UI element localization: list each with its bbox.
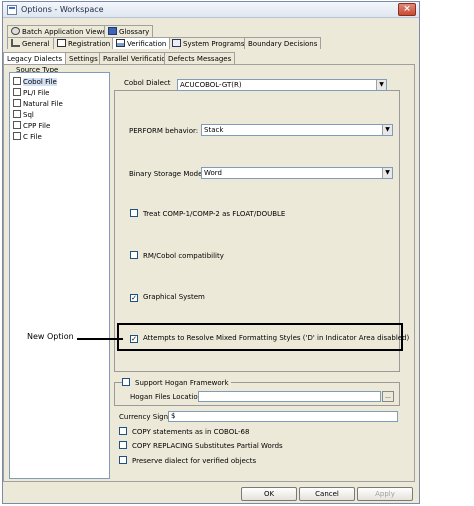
file-icon: [13, 132, 21, 140]
preserve-dialect-checkbox[interactable]: Preserve dialect for verified objects: [119, 456, 256, 466]
app-window-icon: [7, 5, 17, 15]
cobol-dialect-label: Cobol Dialect: [123, 79, 172, 87]
general-icon: [11, 39, 20, 47]
checkbox-box[interactable]: [119, 456, 127, 464]
perform-behavior-label: PERFORM behavior:: [129, 127, 199, 135]
window-title: Options - Workspace: [21, 5, 104, 14]
support-hogan-checkbox[interactable]: Support Hogan Framework: [122, 378, 231, 388]
apply-button[interactable]: Apply: [357, 487, 413, 501]
source-type-list[interactable]: Cobol File PL/I File Natural File Sql CP…: [9, 72, 110, 479]
registration-icon: [57, 39, 66, 47]
cobol-dialect-select[interactable]: ACUCOBOL-GT(R) ▼: [177, 79, 387, 91]
subtab-settings[interactable]: Settings: [65, 52, 102, 64]
checkbox-box[interactable]: [122, 378, 130, 386]
list-item-natural-file[interactable]: Natural File: [13, 99, 63, 109]
checkbox-box[interactable]: [130, 251, 138, 259]
annotation-leader-line: [77, 338, 123, 340]
currency-sign-input[interactable]: $: [168, 411, 398, 422]
subtab-legacy-dialects[interactable]: Legacy Dialects: [3, 52, 67, 64]
treat-comp-float-checkbox[interactable]: Treat COMP-1/COMP-2 as FLOAT/DOUBLE: [130, 209, 285, 219]
file-icon: [13, 88, 21, 96]
verification-subtabs: Legacy Dialects Settings Parallel Verifi…: [3, 52, 415, 64]
rm-cobol-compat-checkbox[interactable]: RM/Cobol compatibility: [130, 251, 224, 261]
tab-boundary-decisions[interactable]: Boundary Decisions: [244, 37, 322, 49]
tab-general[interactable]: General: [7, 37, 54, 49]
file-icon: [13, 121, 21, 129]
checkbox-box[interactable]: [119, 427, 127, 435]
new-option-annotation: New Option: [27, 332, 74, 341]
close-button[interactable]: ×: [398, 3, 416, 16]
gear-icon: [11, 27, 20, 35]
tab-system-programs[interactable]: System Programs: [168, 37, 249, 49]
cancel-button[interactable]: Cancel: [299, 487, 355, 501]
binary-storage-mode-select[interactable]: Word ▼: [201, 167, 393, 179]
new-option-highlight: [117, 323, 403, 351]
list-item-cobol-file[interactable]: Cobol File: [13, 77, 57, 87]
system-programs-icon: [172, 39, 181, 47]
verification-icon: [116, 39, 125, 47]
file-icon: [13, 99, 21, 107]
browse-button[interactable]: ...: [382, 391, 394, 402]
glossary-icon: [108, 27, 117, 35]
tab-batch-application-viewer[interactable]: Batch Application Viewer: [7, 25, 114, 37]
subtab-parallel-verification[interactable]: Parallel Verification: [99, 52, 175, 64]
binary-storage-mode-label: Binary Storage Mode:: [129, 170, 205, 178]
list-item-pli-file[interactable]: PL/I File: [13, 88, 49, 98]
subtab-defects-messages[interactable]: Defects Messages: [164, 52, 236, 64]
hogan-files-location-input[interactable]: [198, 391, 381, 402]
copy-replacing-checkbox[interactable]: COPY REPLACING Substitutes Partial Words: [119, 441, 283, 451]
checkbox-box[interactable]: [130, 209, 138, 217]
hogan-files-location-label: Hogan Files Location:: [130, 393, 205, 401]
currency-sign-label: Currency Sign:: [119, 413, 171, 421]
tab-verification[interactable]: Verification: [112, 37, 171, 49]
tab-glossary[interactable]: Glossary: [104, 25, 154, 37]
chevron-down-icon[interactable]: ▼: [376, 80, 386, 90]
graphical-system-checkbox[interactable]: ✓ Graphical System: [130, 292, 205, 302]
chevron-down-icon[interactable]: ▼: [382, 168, 392, 178]
checkbox-box[interactable]: ✓: [130, 294, 138, 302]
title-bar[interactable]: Options - Workspace ×: [3, 2, 419, 18]
chevron-down-icon[interactable]: ▼: [382, 125, 392, 135]
perform-behavior-select[interactable]: Stack ▼: [201, 124, 393, 136]
list-item-c-file[interactable]: C File: [13, 132, 42, 142]
list-item-sql[interactable]: Sql: [13, 110, 34, 120]
tab-registration[interactable]: Registration: [53, 37, 115, 49]
ok-button[interactable]: OK: [241, 487, 297, 501]
file-icon: [13, 77, 21, 85]
checkbox-box[interactable]: [119, 441, 127, 449]
copy-cobol68-checkbox[interactable]: COPY statements as in COBOL-68: [119, 427, 249, 437]
list-item-cpp-file[interactable]: CPP File: [13, 121, 50, 131]
file-icon: [13, 110, 21, 118]
